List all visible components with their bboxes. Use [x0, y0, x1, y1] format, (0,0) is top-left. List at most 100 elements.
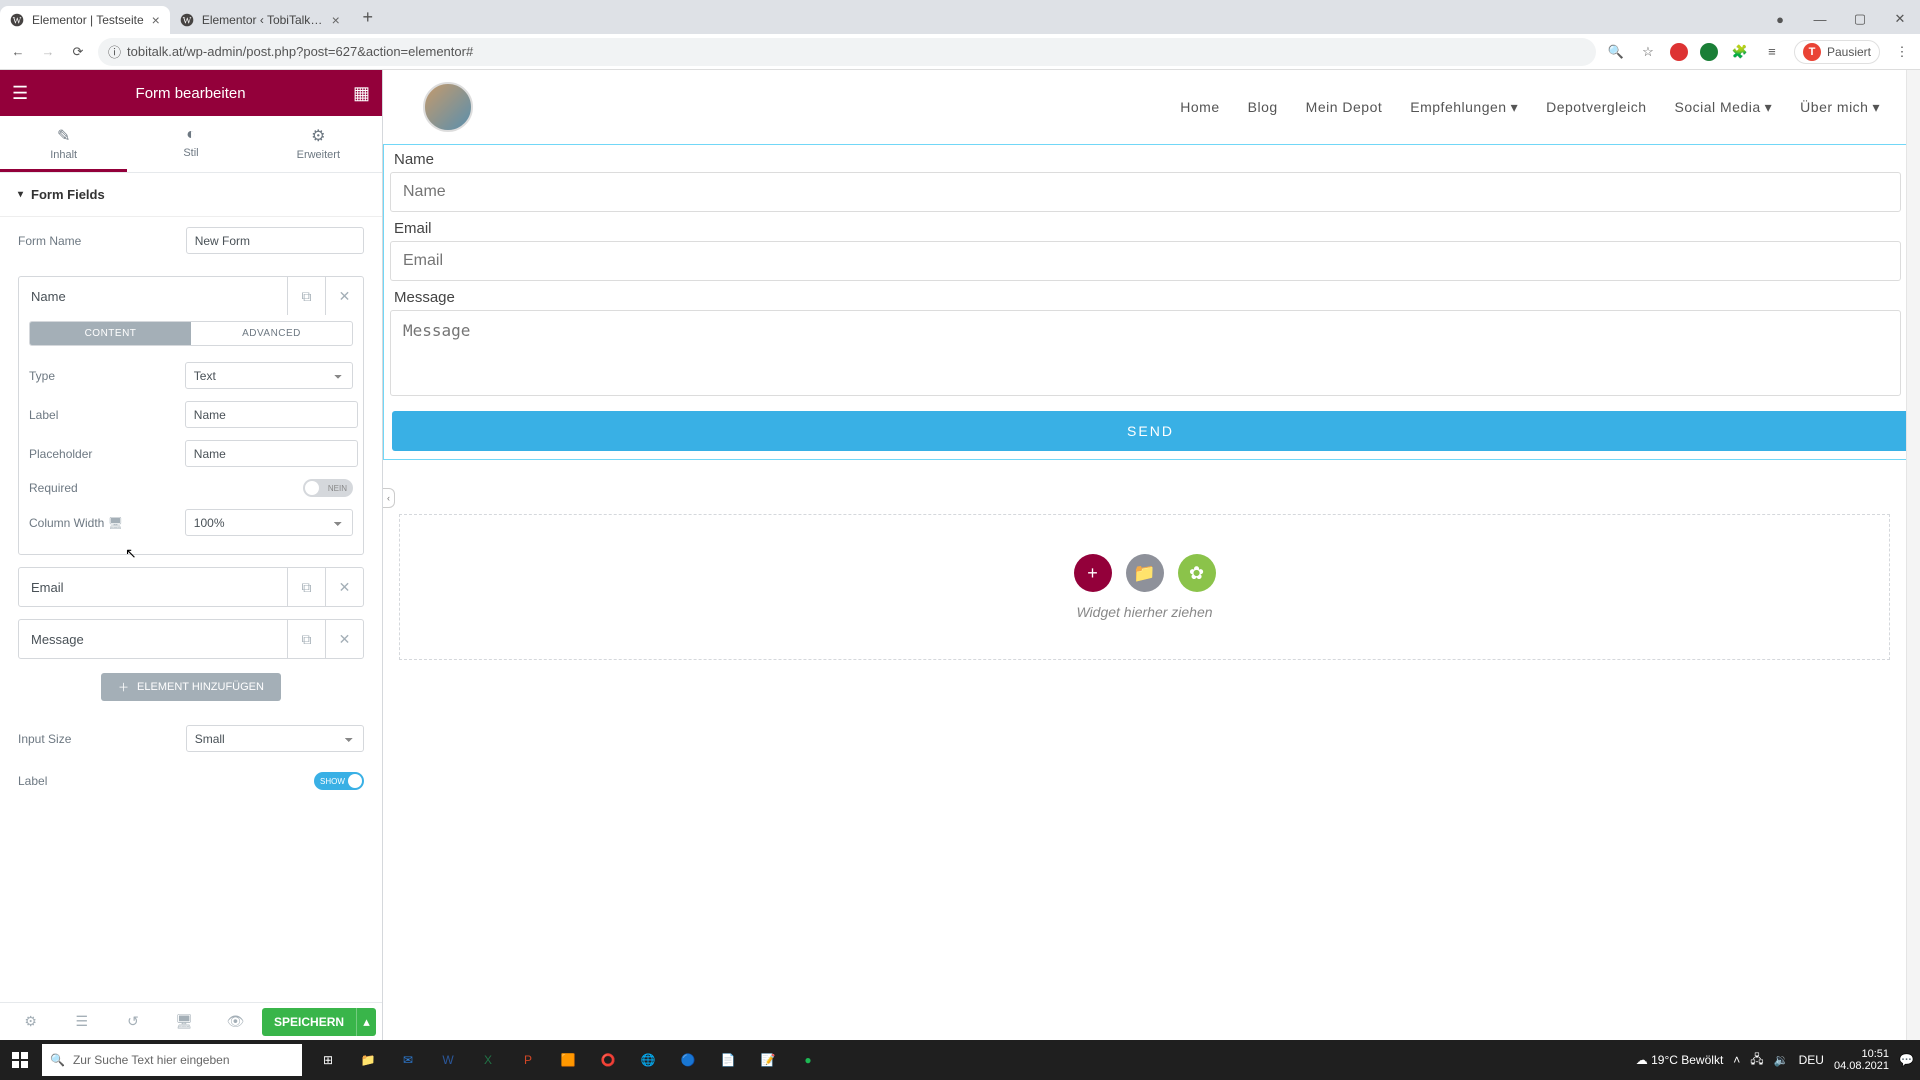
app-icon[interactable]: 📝 [748, 1040, 788, 1080]
inner-tab-advanced[interactable]: ADVANCED [191, 322, 352, 345]
collapse-panel-button[interactable]: ‹ [383, 488, 395, 508]
language-indicator[interactable]: DEU [1799, 1053, 1824, 1067]
save-button[interactable]: SPEICHERN ▴ [262, 1008, 376, 1036]
form-name-input[interactable] [186, 227, 364, 254]
navigator-icon[interactable]: ☰ [57, 1003, 106, 1040]
window-minimize[interactable]: — [1800, 4, 1840, 34]
extension-icon[interactable] [1670, 43, 1688, 61]
window-maximize[interactable]: ▢ [1840, 4, 1880, 34]
empty-section[interactable]: + 📁 ✿ Widget hierher ziehen [399, 514, 1890, 660]
send-button[interactable]: SEND [392, 411, 1909, 451]
label-switch[interactable]: SHOW [314, 772, 364, 790]
settings-icon[interactable]: ⚙ [6, 1003, 55, 1040]
browser-tab-0[interactable]: W Elementor | Testseite × [0, 6, 170, 34]
bookmark-icon[interactable]: ☆ [1638, 42, 1658, 62]
repeater-header[interactable]: Email ⧉ ✕ [19, 568, 363, 606]
app-icon[interactable]: ⭕ [588, 1040, 628, 1080]
nav-ueber-mich[interactable]: Über mich ▾ [1800, 99, 1880, 116]
profile-button[interactable]: T Pausiert [1794, 40, 1880, 64]
required-switch[interactable]: NEIN [303, 479, 353, 497]
label-input[interactable] [185, 401, 358, 428]
reading-list-icon[interactable]: ≡ [1762, 42, 1782, 62]
tab-style[interactable]: ◐ Stil [127, 116, 254, 172]
name-input[interactable] [390, 172, 1901, 212]
form-widget[interactable]: Name Email Message SEND [383, 144, 1914, 460]
duplicate-icon[interactable]: ⧉ [287, 620, 325, 658]
edge-icon[interactable]: 🔵 [668, 1040, 708, 1080]
powerpoint-icon[interactable]: P [508, 1040, 548, 1080]
start-button[interactable] [0, 1040, 40, 1080]
email-input[interactable] [390, 241, 1901, 281]
tray-chevron-icon[interactable]: ˄ [1733, 1053, 1740, 1067]
nav-depotvergleich[interactable]: Depotvergleich [1546, 99, 1646, 116]
message-input[interactable] [390, 310, 1901, 396]
weather-widget[interactable]: ☁ 19°C Bewölkt [1636, 1053, 1724, 1067]
inner-tab-content[interactable]: CONTENT [30, 322, 191, 345]
repeater-header[interactable]: Name ⧉ ✕ [19, 277, 363, 315]
window-close[interactable]: ✕ [1880, 4, 1920, 34]
notifications-icon[interactable]: 💬 [1899, 1053, 1914, 1067]
placeholder-input[interactable] [185, 440, 358, 467]
word-icon[interactable]: W [428, 1040, 468, 1080]
responsive-icon[interactable]: 🖥 [160, 1003, 209, 1040]
nav-empfehlungen[interactable]: Empfehlungen ▾ [1410, 99, 1518, 116]
panel-widgets-icon[interactable]: ▦ [353, 83, 370, 104]
field-label: Email [390, 220, 1901, 237]
duplicate-icon[interactable]: ⧉ [287, 568, 325, 606]
nav-blog[interactable]: Blog [1248, 99, 1278, 116]
outlook-icon[interactable]: ✉ [388, 1040, 428, 1080]
type-select[interactable]: Text [185, 362, 353, 389]
responsive-icon[interactable]: 🖥 [108, 516, 123, 530]
remove-icon[interactable]: ✕ [325, 568, 363, 606]
taskbar-search[interactable]: 🔍 Zur Suche Text hier eingeben [42, 1044, 302, 1076]
nav-social-media[interactable]: Social Media ▾ [1674, 99, 1772, 116]
task-view-icon[interactable]: ⊞ [308, 1040, 348, 1080]
colwidth-select[interactable]: 100% [185, 509, 353, 536]
nav-home[interactable]: Home [1180, 99, 1219, 116]
clock[interactable]: 10:51 04.08.2021 [1834, 1048, 1889, 1072]
add-section-buttons: + 📁 ✿ [1074, 554, 1216, 592]
nav-back[interactable]: ← [8, 42, 28, 62]
close-icon[interactable]: × [332, 12, 340, 28]
vertical-scrollbar[interactable] [1906, 70, 1920, 1040]
nav-forward[interactable]: → [38, 42, 58, 62]
address-bar[interactable]: ⓘ tobitalk.at/wp-admin/post.php?post=627… [98, 38, 1596, 66]
close-icon[interactable]: × [152, 12, 160, 28]
elementor-canvas[interactable]: ‹ Home Blog Mein Depot Empfehlungen ▾ De… [383, 70, 1920, 1040]
volume-icon[interactable]: 🔉 [1774, 1053, 1789, 1067]
nav-reload[interactable]: ⟳ [68, 42, 88, 62]
history-icon[interactable]: ↺ [108, 1003, 157, 1040]
input-size-select[interactable]: Small [186, 725, 364, 752]
site-logo[interactable] [423, 82, 473, 132]
explorer-icon[interactable]: 📁 [348, 1040, 388, 1080]
network-icon[interactable]: 🖧 [1750, 1050, 1763, 1071]
zoom-icon[interactable]: 🔍 [1606, 42, 1626, 62]
spotify-icon[interactable]: ● [788, 1040, 828, 1080]
extensions-menu-icon[interactable]: 🧩 [1730, 42, 1750, 62]
save-options-icon[interactable]: ▴ [356, 1008, 376, 1036]
tab-content[interactable]: ✎ Inhalt [0, 116, 127, 172]
remove-icon[interactable]: ✕ [325, 277, 363, 315]
add-item-button[interactable]: ＋ ELEMENT HINZUFÜGEN [101, 673, 281, 701]
tab-advanced[interactable]: ⚙ Erweitert [255, 116, 382, 172]
duplicate-icon[interactable]: ⧉ [287, 277, 325, 315]
app-icon[interactable]: 📄 [708, 1040, 748, 1080]
add-envato-button[interactable]: ✿ [1178, 554, 1216, 592]
section-form-fields[interactable]: Form Fields [0, 173, 382, 217]
app-icon[interactable]: 🟧 [548, 1040, 588, 1080]
control-label: Type [29, 369, 175, 383]
add-section-button[interactable]: + [1074, 554, 1112, 592]
repeater-header[interactable]: Message ⧉ ✕ [19, 620, 363, 658]
preview-icon[interactable]: 👁 [211, 1003, 260, 1040]
new-tab-button[interactable]: + [354, 3, 382, 31]
add-template-button[interactable]: 📁 [1126, 554, 1164, 592]
chrome-icon[interactable]: 🌐 [628, 1040, 668, 1080]
panel-menu-icon[interactable]: ☰ [12, 83, 28, 104]
remove-icon[interactable]: ✕ [325, 620, 363, 658]
extension-icon[interactable] [1700, 43, 1718, 61]
kebab-menu-icon[interactable]: ⋮ [1892, 42, 1912, 62]
taskbar-apps: ⊞ 📁 ✉ W X P 🟧 ⭕ 🌐 🔵 📄 📝 ● [308, 1040, 828, 1080]
browser-tab-1[interactable]: W Elementor ‹ TobiTalk — WordPre × [170, 6, 350, 34]
nav-mein-depot[interactable]: Mein Depot [1306, 99, 1383, 116]
excel-icon[interactable]: X [468, 1040, 508, 1080]
